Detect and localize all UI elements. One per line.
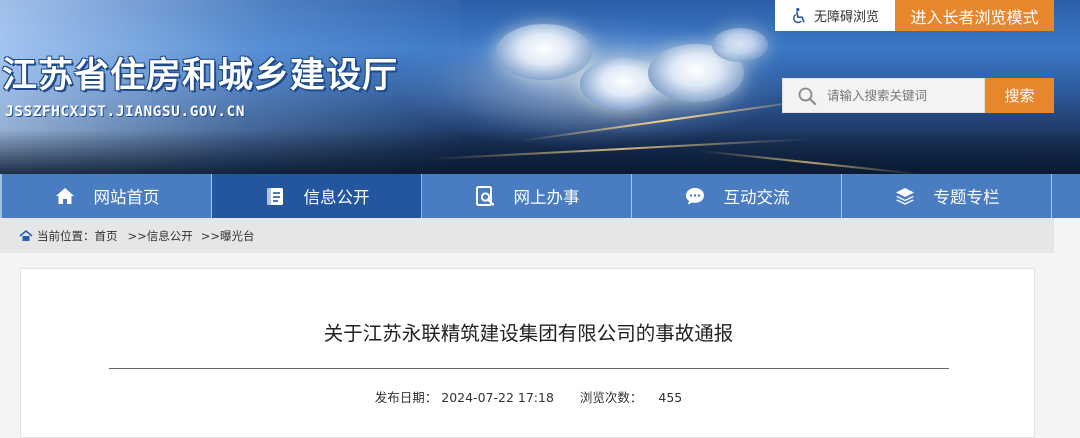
wheelchair-icon: [793, 7, 805, 24]
view-count-label: 浏览次数：: [579, 390, 643, 405]
home-small-icon: [19, 229, 33, 241]
header-banner: 江苏省住房和城乡建设厅 JSSZFHCXJST.JIANGSU.GOV.CN 无…: [0, 0, 1080, 174]
site-title: 江苏省住房和城乡建设厅: [2, 56, 399, 96]
article-title: 关于江苏永联精筑建设集团有限公司的事故通报: [323, 322, 734, 345]
nav-item-interaction[interactable]: 互动交流: [632, 174, 842, 218]
publish-date-label: 发布日期：: [374, 390, 438, 405]
layers-icon: [895, 188, 914, 205]
search-box: [782, 78, 985, 113]
nav-item-label: 互动交流: [723, 188, 790, 207]
banner-dome: [496, 24, 592, 80]
article-meta: 发布日期： 2024-07-22 17:18 浏览次数： 455: [21, 387, 1036, 406]
breadcrumb-home-link[interactable]: 首页: [95, 228, 118, 244]
nav-item-label: 网上办事: [513, 188, 580, 207]
breadcrumb-prefix: 当前位置：: [37, 228, 95, 243]
nav-item-home[interactable]: 网站首页: [0, 174, 212, 218]
nav-item-info-disclosure[interactable]: 信息公开: [212, 174, 422, 218]
page-edge: [1054, 218, 1080, 423]
site-domain: JSSZFHCXJST.JIANGSU.GOV.CN: [5, 104, 245, 120]
nav-item-label: 信息公开: [303, 188, 370, 207]
accessibility-button[interactable]: 无障碍浏览: [775, 0, 895, 31]
banner-dome: [712, 28, 768, 62]
document-icon: [266, 188, 283, 205]
accessibility-label: 无障碍浏览: [813, 10, 879, 25]
publish-date: 2024-07-22 17:18: [441, 390, 554, 405]
search-icon: [798, 87, 816, 105]
article-card: 关于江苏永联精筑建设集团有限公司的事故通报 发布日期： 2024-07-22 17…: [20, 268, 1035, 438]
breadcrumb-info-link[interactable]: >>信息公开: [128, 228, 193, 244]
nav-item-label: 网站首页: [93, 188, 160, 207]
view-count: 455: [658, 390, 683, 405]
breadcrumb-exposure-link[interactable]: >>曝光台: [201, 228, 255, 244]
elder-mode-button[interactable]: 进入长者浏览模式: [895, 0, 1054, 31]
search-input[interactable]: [825, 87, 979, 104]
search-button[interactable]: 搜索: [985, 78, 1054, 113]
nav-item-online-services[interactable]: 网上办事: [422, 174, 632, 218]
chat-icon: [685, 188, 704, 205]
breadcrumb: 当前位置： 首页 >>信息公开 >>曝光台: [0, 218, 1054, 253]
home-icon: [55, 188, 74, 204]
nav-item-label: 专题专栏: [933, 188, 1000, 207]
search-doc-icon: [475, 186, 494, 206]
main-nav: 网站首页 信息公开 网上办事 互动交流 专题专栏: [0, 174, 1080, 218]
title-divider: [109, 368, 949, 369]
nav-item-special-topics[interactable]: 专题专栏: [842, 174, 1052, 218]
